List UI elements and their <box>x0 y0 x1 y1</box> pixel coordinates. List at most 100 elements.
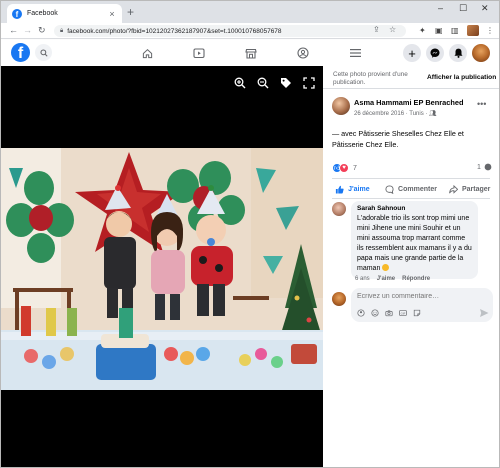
watch-icon[interactable] <box>192 46 206 60</box>
write-comment-box[interactable]: GIF <box>351 288 493 322</box>
author-name[interactable]: Asma Hammami EP Benrached <box>354 98 464 107</box>
comment-count-value: 1 <box>477 163 481 171</box>
like-label: J'aime <box>348 186 370 193</box>
tab-strip: f Facebook × + – ☐ ✕ <box>1 1 499 23</box>
tab-facebook[interactable]: f Facebook × <box>7 4 122 23</box>
gif-icon[interactable]: GIF <box>399 309 407 317</box>
maximize-button[interactable]: ☐ <box>459 3 467 14</box>
account-avatar-icon[interactable] <box>472 44 490 62</box>
divider <box>332 178 490 179</box>
comment-tools: GIF <box>357 309 421 317</box>
url-bar[interactable]: 🔒︎ facebook.com/photo/?fbid=102120273621… <box>54 25 406 37</box>
search-icon <box>39 48 48 57</box>
comment-icon <box>385 185 394 194</box>
url-path: /photo/?fbid=10212027362187907&set=t.100… <box>107 27 282 35</box>
post-date-text: 26 décembre 2016 · Tunis · <box>354 111 428 117</box>
comment-count[interactable]: 1 <box>477 163 492 171</box>
address-toolbar: ← → ↻ 🔒︎ facebook.com/photo/?fbid=102120… <box>1 23 499 39</box>
comment-text: L'adorable trio ils sont trop mimi une m… <box>357 214 472 274</box>
current-user-avatar <box>332 292 346 306</box>
search-button[interactable] <box>35 44 52 61</box>
bell-icon <box>454 48 462 58</box>
browser-menu-icon[interactable]: ⋮ <box>486 26 494 35</box>
comment-button[interactable]: Commenter <box>382 185 441 194</box>
bookmark-star-icon[interactable]: ☆ <box>389 25 396 34</box>
post-caption: — avec Pâtisserie Sheselles Chez Elle et… <box>332 129 464 149</box>
facebook-favicon-icon: f <box>12 8 22 19</box>
url-host: facebook.com <box>67 27 108 35</box>
comment-label: Commenter <box>398 186 437 193</box>
menu-icon[interactable] <box>348 46 362 60</box>
plus-icon: + <box>408 45 416 61</box>
comment-reply-link[interactable]: Répondre <box>402 276 430 282</box>
notice-line-2: publication. <box>333 79 366 86</box>
home-icon[interactable] <box>140 46 154 60</box>
sidepanel-icon[interactable]: ▥ <box>451 26 459 35</box>
messenger-button[interactable] <box>426 44 444 62</box>
friends-audience-icon: 👥︎ <box>429 111 437 117</box>
forward-icon[interactable]: → <box>23 25 32 35</box>
like-button[interactable]: J'aime <box>323 185 382 194</box>
zoom-out-icon[interactable] <box>257 77 269 89</box>
post-panel: Cette photo provient d'une publication. … <box>323 66 499 467</box>
tag-icon[interactable] <box>280 77 292 89</box>
share-label: Partager <box>461 186 491 193</box>
groups-icon[interactable] <box>296 46 310 60</box>
emoji-icon <box>382 264 390 271</box>
facebook-navbar: f + <box>1 40 499 66</box>
profile-avatar-icon[interactable] <box>467 25 479 36</box>
browser-window: f Facebook × + – ☐ ✕ ← → ↻ 🔒︎ facebook.c… <box>0 0 500 468</box>
facebook-logo-icon[interactable]: f <box>11 43 30 62</box>
reading-list-icon[interactable]: ▣ <box>435 26 443 35</box>
fullscreen-icon[interactable] <box>303 77 315 89</box>
commenter-avatar[interactable] <box>332 202 346 216</box>
reload-icon[interactable]: ↻ <box>38 25 46 36</box>
back-icon[interactable]: ← <box>9 25 18 35</box>
view-publication-link[interactable]: Afficher la publication <box>427 74 496 81</box>
share-page-icon[interactable]: ⇪ <box>373 25 380 34</box>
thumbs-up-icon <box>335 185 344 194</box>
post-actions: J'aime Commenter Partager <box>323 181 499 198</box>
comment-bubble: Sarah Sahnoun L'adorable trio ils sont t… <box>351 201 478 279</box>
comment-like-link[interactable]: J'aime <box>377 276 395 282</box>
comment-bubble-icon <box>484 163 492 171</box>
send-icon[interactable] <box>479 308 489 318</box>
post-date[interactable]: 26 décembre 2016 · Tunis · 👥︎ <box>354 110 437 117</box>
party-photo <box>1 148 323 390</box>
notifications-button[interactable] <box>449 44 467 62</box>
comment-text-body: L'adorable trio ils sont trop mimi une m… <box>357 215 472 272</box>
lock-icon: 🔒︎ <box>60 27 64 34</box>
reaction-count: 7 <box>353 164 357 172</box>
author-avatar[interactable] <box>332 97 350 115</box>
zoom-in-icon[interactable] <box>234 77 246 89</box>
close-window-button[interactable]: ✕ <box>481 3 489 14</box>
divider <box>323 88 499 89</box>
sticker-icon[interactable] <box>413 309 421 317</box>
minimize-button[interactable]: – <box>438 3 443 13</box>
avatar-sticker-icon[interactable] <box>357 309 365 317</box>
party-photo-illustration <box>1 148 323 390</box>
share-icon <box>449 185 458 194</box>
emoji-picker-icon[interactable] <box>371 309 379 317</box>
tab-title: Facebook <box>27 10 58 17</box>
camera-icon[interactable] <box>385 309 393 317</box>
create-button[interactable]: + <box>403 44 421 62</box>
commenter-name[interactable]: Sarah Sahnoun <box>357 205 472 213</box>
new-tab-button[interactable]: + <box>127 5 134 19</box>
photo-viewer <box>1 66 323 467</box>
comment-input[interactable] <box>357 293 477 300</box>
divider <box>332 198 490 199</box>
post-origin-notice: Cette photo provient d'une publication. <box>333 71 408 87</box>
comment-meta: 6 ans J'aime Répondre <box>355 276 430 282</box>
tab-close-button[interactable]: × <box>107 9 117 19</box>
more-options-icon[interactable]: ••• <box>477 99 486 109</box>
messenger-icon <box>430 48 440 58</box>
notice-line-1: Cette photo provient d'une <box>333 71 408 78</box>
share-button[interactable]: Partager <box>440 185 499 194</box>
comment-age[interactable]: 6 ans <box>355 276 370 282</box>
extensions-icon[interactable]: ✦ <box>419 26 426 35</box>
marketplace-icon[interactable] <box>244 46 258 60</box>
love-reaction-icon: ♥ <box>339 163 349 173</box>
reactions-summary[interactable]: 👍︎ ♥ 7 <box>332 163 357 173</box>
svg-text:GIF: GIF <box>401 311 406 315</box>
